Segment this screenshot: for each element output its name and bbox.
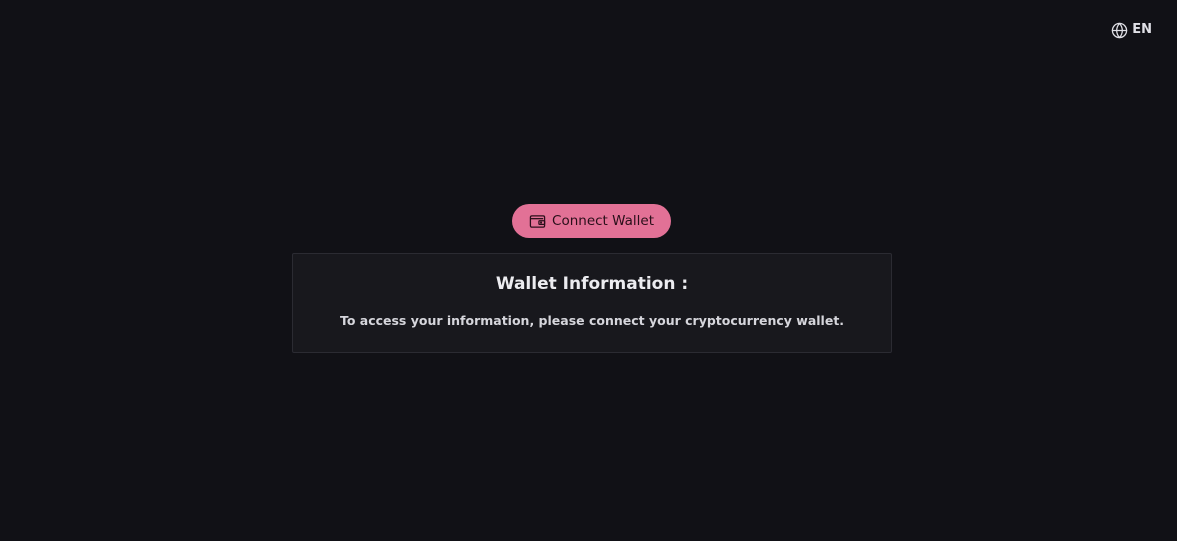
wallet-info-message: To access your information, please conne…: [339, 313, 845, 328]
page: EN Connect Wallet Wallet Information : T…: [0, 0, 1177, 541]
connect-wallet-button[interactable]: Connect Wallet: [512, 204, 671, 238]
globe-icon: [1111, 22, 1128, 39]
language-label: EN: [1132, 22, 1152, 37]
wallet-info-title: Wallet Information :: [495, 274, 689, 294]
language-selector[interactable]: EN: [1111, 21, 1152, 39]
wallet-icon: [529, 214, 546, 229]
connect-wallet-label: Connect Wallet: [552, 213, 654, 229]
wallet-info-card: Wallet Information : To access your info…: [292, 253, 892, 353]
